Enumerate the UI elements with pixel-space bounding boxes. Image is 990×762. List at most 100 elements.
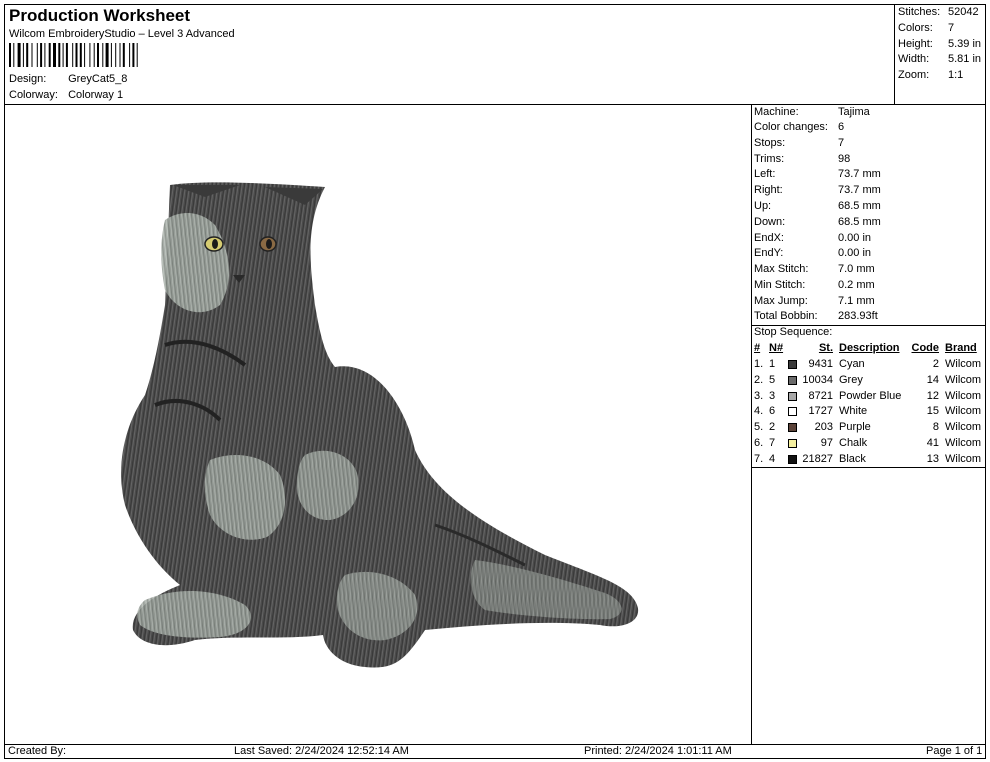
embroidery-design-preview (121, 182, 639, 668)
info-row: Up: 68.5 mm (754, 200, 881, 212)
info-value: 283.93ft (838, 310, 878, 322)
summary-row-stitches: Stitches: 52042 (898, 6, 979, 18)
row-stitches: 97 (820, 437, 833, 449)
info-value: 98 (838, 153, 851, 165)
row-brand: Wilcom (945, 405, 982, 418)
footer-divider (4, 744, 986, 745)
info-label: Max Stitch: (754, 263, 809, 275)
color-swatch (788, 439, 797, 448)
row-description: Cyan (839, 358, 865, 370)
color-swatch (788, 407, 797, 417)
row-brand: Wilcom (945, 437, 982, 449)
info-row: Stops: 7 (754, 137, 844, 149)
info-row: Min Stitch: 0.2 mm (754, 279, 875, 291)
info-label: Machine: (754, 106, 799, 118)
summary-label: Colors: (898, 22, 933, 34)
row-needle: 1 (769, 358, 776, 370)
column-header-brand: Brand (945, 342, 977, 354)
info-row: Total Bobbin: 283.93ft (754, 310, 878, 322)
info-value: 6 (838, 121, 845, 133)
summary-row-height: Height: 5.39 in (898, 38, 981, 50)
info-label: Left: (754, 168, 776, 180)
summary-label: Height: (898, 38, 933, 50)
summary-row-colors: Colors: 7 (898, 22, 954, 34)
row-stitches: 21827 (802, 452, 833, 465)
row-brand: Wilcom (945, 358, 982, 370)
row-index: 1. (754, 358, 764, 370)
stop-sequence-title: Stop Sequence: (754, 326, 833, 338)
stop-table-end-divider (751, 467, 986, 468)
footer-created-by: Created By: (8, 745, 67, 757)
color-swatch (788, 423, 797, 433)
info-label: EndY: (754, 247, 784, 259)
footer-printed: Printed: 2/24/2024 1:01:11 AM (584, 745, 732, 757)
design-value: GreyCat5_8 (68, 73, 128, 85)
info-row: Max Stitch: 7.0 mm (754, 263, 875, 275)
row-code: 2 (932, 358, 939, 370)
info-row: EndY: 0.00 in (754, 247, 871, 259)
info-row: Trims: 98 (754, 153, 850, 165)
row-index: 3. (754, 389, 764, 402)
info-value: 0.00 in (838, 247, 872, 259)
row-needle: 3 (769, 389, 776, 402)
row-stitches: 8721 (808, 389, 833, 402)
row-index: 2. (754, 373, 764, 386)
row-description: Powder Blue (839, 389, 902, 402)
row-description: Grey (839, 373, 863, 386)
summary-row-zoom: Zoom: 1:1 (898, 69, 963, 81)
info-row: Color changes: 6 (754, 121, 844, 133)
summary-label: Stitches: (898, 6, 941, 18)
info-value: 7 (838, 137, 845, 149)
colorway-value: Colorway 1 (68, 89, 124, 101)
design-label: Design: (9, 73, 47, 85)
info-value: 68.5 mm (838, 200, 881, 212)
column-header-description: Description (839, 342, 900, 354)
row-code: 13 (926, 452, 939, 465)
row-brand: Wilcom (945, 452, 982, 465)
row-code: 12 (926, 389, 939, 402)
summary-value: 1:1 (948, 69, 964, 81)
row-index: 7. (754, 452, 764, 465)
info-value: 73.7 mm (838, 184, 881, 196)
info-label: Total Bobbin: (754, 310, 818, 322)
info-value: 7.0 mm (838, 263, 875, 275)
row-needle: 2 (769, 421, 776, 434)
row-needle: 7 (769, 437, 776, 449)
info-value: Tajima (838, 106, 870, 118)
row-stitches: 9431 (808, 358, 833, 370)
color-swatch (788, 360, 797, 369)
info-label: Right: (754, 184, 783, 196)
info-row: Down: 68.5 mm (754, 216, 881, 228)
info-row: Machine: Tajima (754, 106, 870, 118)
cat-embroidery (121, 182, 639, 668)
info-value: 73.7 mm (838, 168, 881, 180)
footer-page-number: Page 1 of 1 (926, 745, 983, 757)
info-panel-divider (751, 104, 752, 744)
colorway-label: Colorway: (9, 89, 58, 101)
row-description: White (839, 405, 868, 418)
summary-label: Zoom: (898, 69, 930, 81)
summary-value: 7 (948, 22, 955, 34)
software-name: Wilcom EmbroideryStudio – Level 3 Advanc… (9, 28, 235, 40)
page-title: Production Worksheet (9, 6, 191, 25)
info-label: Down: (754, 216, 786, 228)
row-description: Black (839, 452, 866, 465)
color-swatch (788, 375, 797, 385)
summary-divider (894, 4, 895, 104)
row-needle: 4 (769, 452, 776, 465)
footer-last-saved: Last Saved: 2/24/2024 12:52:14 AM (234, 745, 409, 757)
row-index: 4. (754, 405, 764, 418)
color-swatch (788, 454, 797, 464)
info-label: Max Jump: (754, 295, 808, 307)
summary-value: 52042 (948, 6, 979, 18)
barcode-icon (9, 43, 138, 67)
info-row: Max Jump: 7.1 mm (754, 295, 875, 307)
info-row: EndX: 0.00 in (754, 232, 871, 244)
colorway-row: Colorway: Colorway 1 (9, 89, 123, 101)
info-row: Left: 73.7 mm (754, 168, 881, 180)
column-header-code: Code (911, 342, 940, 354)
summary-row-width: Width: 5.81 in (898, 53, 981, 65)
row-needle: 5 (769, 373, 776, 386)
row-brand: Wilcom (945, 373, 982, 386)
info-label: EndX: (754, 232, 784, 244)
